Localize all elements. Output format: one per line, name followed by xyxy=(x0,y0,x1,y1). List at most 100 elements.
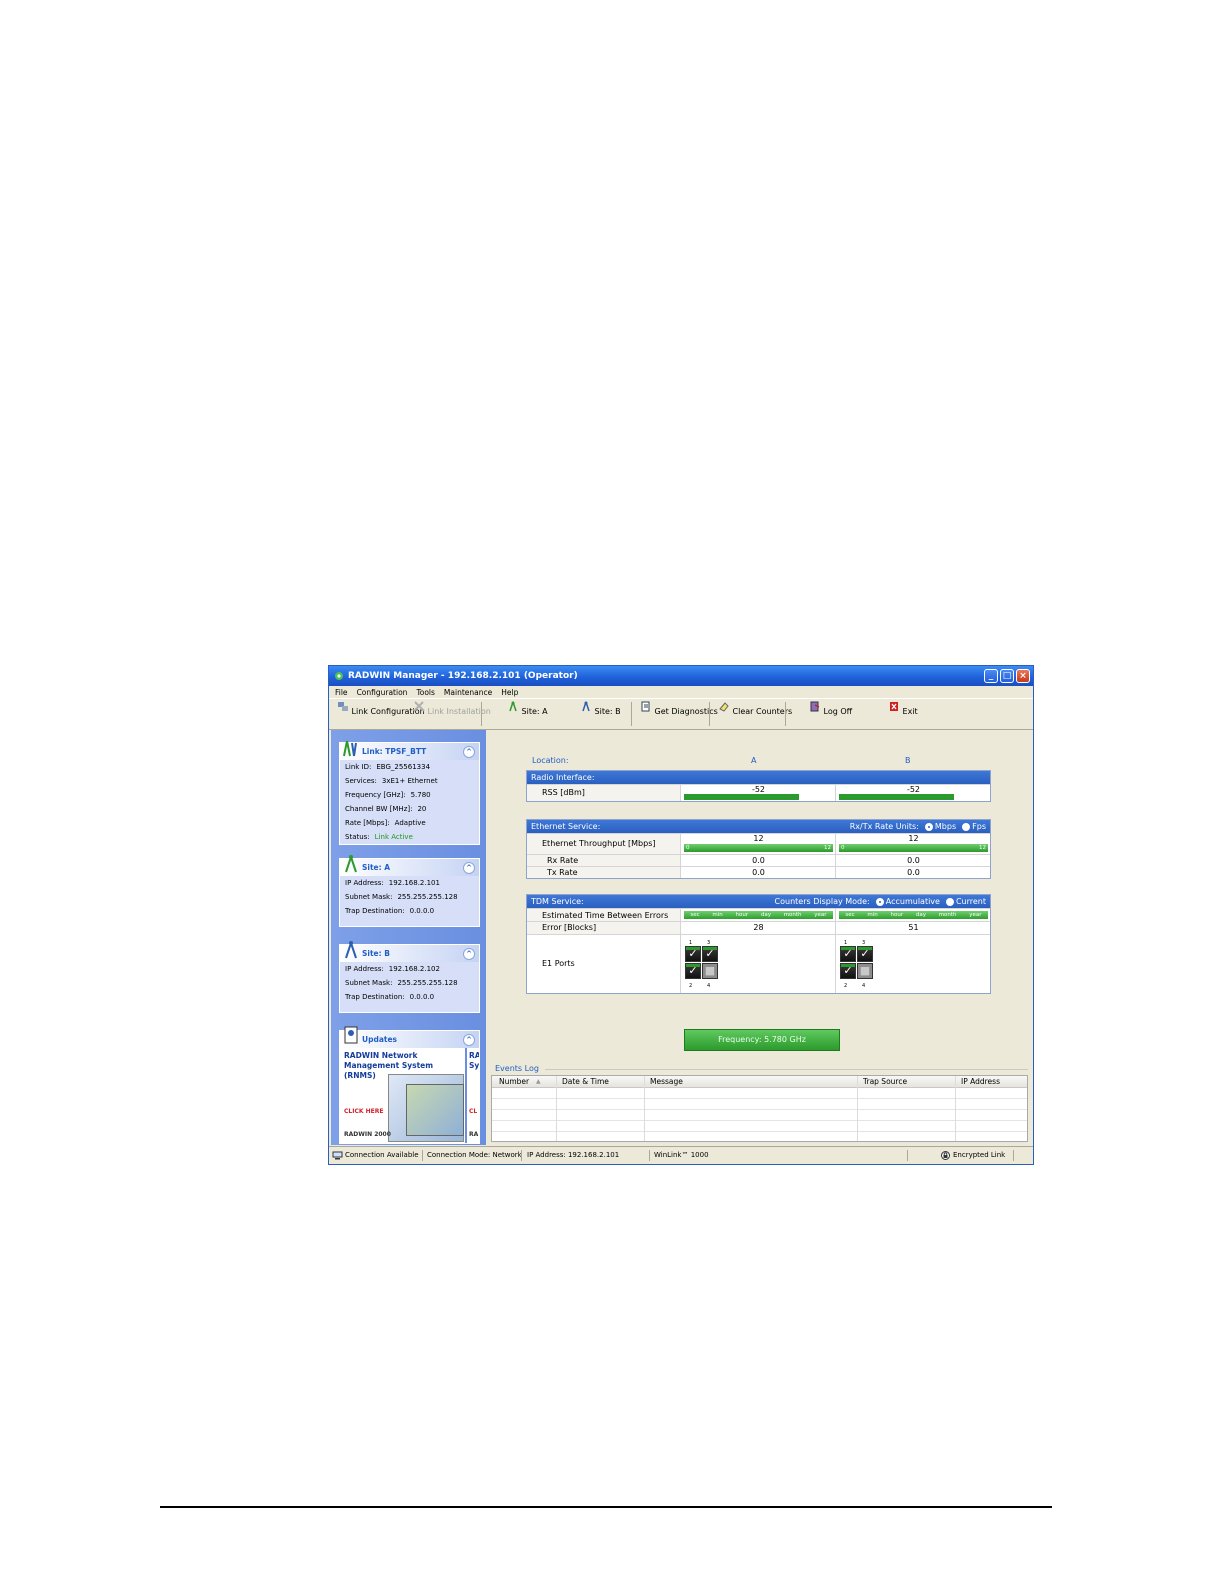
menu-help[interactable]: Help xyxy=(501,688,518,697)
trap-destination-label: Trap Destination: xyxy=(345,993,405,1001)
current-radio[interactable]: Current xyxy=(945,895,986,908)
minimize-button[interactable]: _ xyxy=(984,669,998,683)
fps-label: Fps xyxy=(972,822,986,831)
column-number[interactable]: Number xyxy=(499,1076,529,1087)
table-row[interactable] xyxy=(492,1132,1027,1143)
link-info-header[interactable]: Link: TPSF_BTT ^ xyxy=(340,740,479,760)
log-off-button[interactable]: Log Off xyxy=(809,701,852,716)
title-bar[interactable]: RADWIN Manager - 192.168.2.101 (Operator… xyxy=(329,666,1033,686)
throughput-b-value: 12 xyxy=(908,834,919,843)
e1-port-ok-icon[interactable]: ✓ xyxy=(857,946,873,962)
scale-month: month xyxy=(783,912,802,918)
link-configuration-button[interactable]: Link Configuration xyxy=(337,701,425,716)
exit-button[interactable]: Exit xyxy=(888,701,918,716)
e1-port-ok-icon[interactable]: ✓ xyxy=(685,946,701,962)
tx-rate-row: Tx Rate 0.0 0.0 xyxy=(527,866,990,878)
clear-counters-button[interactable]: Clear Counters xyxy=(718,701,792,716)
site-b-button[interactable]: Site: B xyxy=(580,701,621,716)
link-id-label: Link ID: xyxy=(345,763,372,771)
e1-port-ok-icon[interactable]: ✓ xyxy=(840,946,856,962)
updates-icon xyxy=(344,1026,358,1044)
e1-port-inactive-icon[interactable]: ■ xyxy=(702,963,718,979)
table-row[interactable] xyxy=(492,1110,1027,1121)
status-separator xyxy=(907,1150,908,1161)
get-diagnostics-button[interactable]: Get Diagnostics xyxy=(640,701,718,716)
maximize-button[interactable]: □ xyxy=(1000,669,1014,683)
e1-port-inactive-icon[interactable]: ■ xyxy=(857,963,873,979)
collapse-icon[interactable]: ^ xyxy=(463,746,475,758)
tbe-a-scale: sec min hour day month year xyxy=(684,911,833,919)
site-a-button[interactable]: Site: A xyxy=(507,701,548,716)
table-row[interactable] xyxy=(492,1121,1027,1132)
tdm-service-section: TDM Service: Counters Display Mode: Accu… xyxy=(526,894,991,994)
next-click-link[interactable]: CL xyxy=(469,1108,477,1115)
toolbar-separator xyxy=(481,702,482,726)
table-row[interactable] xyxy=(492,1099,1027,1110)
e1-port-ok-icon[interactable]: ✓ xyxy=(685,963,701,979)
counters-mode-group: Counters Display Mode: Accumulative Curr… xyxy=(775,895,986,908)
ip-address-value: 192.168.2.102 xyxy=(388,965,440,973)
collapse-icon[interactable]: ^ xyxy=(463,862,475,874)
column-message[interactable]: Message xyxy=(650,1076,683,1087)
close-button[interactable]: × xyxy=(1016,669,1030,683)
scale-hour: hour xyxy=(735,912,749,918)
column-divider xyxy=(955,1076,956,1141)
link-installation-button[interactable]: Link Installation xyxy=(413,701,491,716)
menu-configuration[interactable]: Configuration xyxy=(357,688,408,697)
link-info-title: Link: TPSF_BTT xyxy=(362,747,427,756)
site-a-header[interactable]: Site: A ^ xyxy=(340,855,479,876)
radwin-manager-window: RADWIN Manager - 192.168.2.101 (Operator… xyxy=(328,665,1034,1165)
collapse-icon[interactable]: ^ xyxy=(463,948,475,960)
subnet-mask-label: Subnet Mask: xyxy=(345,979,393,987)
tx-rate-a: 0.0 xyxy=(680,867,836,878)
radio-selected-icon xyxy=(924,822,933,831)
e1-port-ok-icon[interactable]: ✓ xyxy=(702,946,718,962)
site-b-title: Site: B xyxy=(362,949,390,958)
menu-maintenance[interactable]: Maintenance xyxy=(444,688,492,697)
throughput-a-value: 12 xyxy=(753,834,764,843)
error-blocks-a: 28 xyxy=(680,922,836,934)
mbps-label: Mbps xyxy=(934,822,957,831)
services-row: Services: 3xE1+ Ethernet xyxy=(340,774,479,788)
column-date-time[interactable]: Date & Time xyxy=(562,1076,609,1087)
e1-ports-site-a: 1 3 ✓ ✓ ✓ ■ 2 4 xyxy=(680,935,836,993)
table-row[interactable] xyxy=(492,1088,1027,1099)
e1-port-ok-icon[interactable]: ✓ xyxy=(840,963,856,979)
collapse-icon[interactable]: ^ xyxy=(463,1034,475,1046)
main-panel: Location: A B Radio Interface: RSS [dBm]… xyxy=(487,730,1032,1060)
connection-status: Connection Available xyxy=(345,1151,419,1159)
log-off-icon xyxy=(810,701,820,712)
click-here-link[interactable]: CLICK HERE xyxy=(344,1108,383,1115)
banner-divider xyxy=(465,1048,467,1143)
channel-bw-row: Channel BW [MHz]: 20 xyxy=(340,802,479,816)
fps-radio[interactable]: Fps xyxy=(962,820,986,833)
accumulative-label: Accumulative xyxy=(885,897,940,906)
scale-day: day xyxy=(760,912,771,918)
page-footer-rule xyxy=(160,1506,1052,1508)
tdm-service-title: TDM Service: xyxy=(531,897,584,906)
scale-min: 0 xyxy=(841,845,845,851)
ip-address-value: 192.168.2.101 xyxy=(388,879,440,887)
updates-header[interactable]: Updates ^ xyxy=(340,1026,479,1048)
scale-hour: hour xyxy=(890,912,904,918)
events-log-table[interactable]: Number ▲ Date & Time Message Trap Source… xyxy=(491,1075,1028,1143)
ethernet-service-section: Ethernet Service: Rx/Tx Rate Units: Mbps… xyxy=(526,819,991,879)
error-blocks-label: Error [Blocks] xyxy=(527,922,680,934)
status-label: Status: xyxy=(345,833,370,841)
updates-banner[interactable]: RADWIN Network Management System (RNMS) … xyxy=(340,1048,479,1143)
column-ip-address[interactable]: IP Address xyxy=(961,1076,1000,1087)
menu-file[interactable]: File xyxy=(335,688,348,697)
tbe-site-a: sec min hour day month year xyxy=(680,909,836,921)
network-connection-icon xyxy=(332,1151,343,1160)
menu-tools[interactable]: Tools xyxy=(416,688,434,697)
accumulative-radio[interactable]: Accumulative xyxy=(875,895,940,908)
rss-site-b: -52 xyxy=(835,785,991,801)
frequency-button[interactable]: Frequency: 5.780 GHz xyxy=(684,1029,840,1051)
subnet-mask-value: 255.255.255.128 xyxy=(397,979,458,987)
mbps-radio[interactable]: Mbps xyxy=(924,820,957,833)
sort-ascending-icon: ▲ xyxy=(536,1078,541,1085)
column-trap-source[interactable]: Trap Source xyxy=(863,1076,907,1087)
throughput-site-b: 12 0 12 xyxy=(835,834,991,854)
log-off-label: Log Off xyxy=(823,707,853,716)
site-b-header[interactable]: Site: B ^ xyxy=(340,941,479,962)
